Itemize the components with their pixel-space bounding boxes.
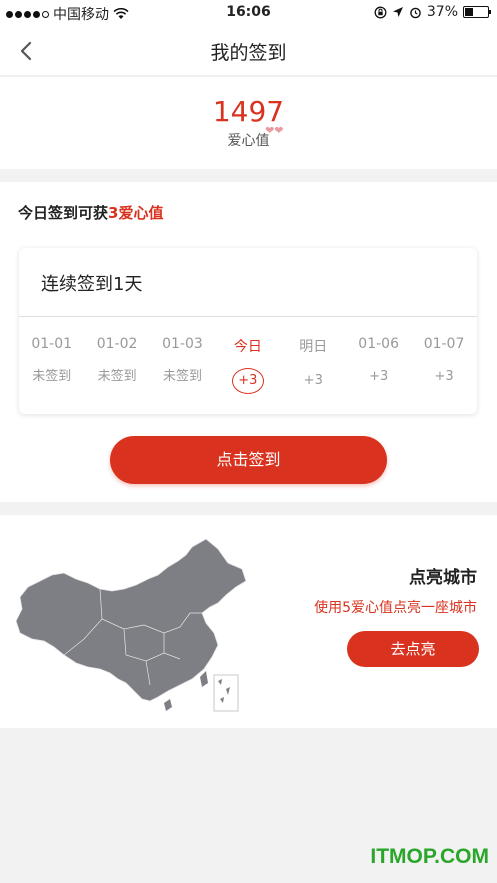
status-right: 37% <box>374 4 491 20</box>
city-section: 点亮城市 使用5爱心值点亮一座城市 去点亮 <box>0 515 497 728</box>
status-bar: 中国移动 16:06 37% <box>0 0 497 26</box>
watermark: ITMOP.COM <box>370 845 489 868</box>
tip-highlight: 3爱心值 <box>108 204 164 222</box>
day-item: 01-02 未签到 <box>84 336 149 394</box>
alarm-icon <box>410 7 421 18</box>
divider <box>19 316 477 317</box>
signin-button[interactable]: 点击签到 <box>110 436 387 484</box>
day-date: 01-07 <box>423 336 465 352</box>
china-map-image <box>15 538 247 712</box>
day-date: 明日 <box>299 339 328 355</box>
day-date: 01-06 <box>358 336 399 352</box>
day-item-today: 今日 +3 <box>215 336 280 394</box>
rotation-lock-icon <box>374 6 387 18</box>
day-date: 今日 <box>233 339 262 355</box>
day-status: 未签到 <box>32 369 72 384</box>
city-subtitle: 使用5爱心值点亮一座城市 <box>314 600 477 616</box>
city-title: 点亮城市 <box>409 568 477 588</box>
score-panel: 1497 爱心值 ❤❤ <box>0 77 497 169</box>
nav-bar: 我的签到 <box>0 26 497 76</box>
day-date: 01-01 <box>31 336 73 352</box>
light-up-button[interactable]: 去点亮 <box>347 631 479 667</box>
today-reward-badge: +3 <box>231 368 264 394</box>
day-status: +3 <box>369 369 389 384</box>
day-status: +3 <box>303 373 323 388</box>
page-title: 我的签到 <box>210 42 287 64</box>
day-item: 01-06 +3 <box>346 336 411 394</box>
hearts-icon: ❤❤ <box>265 124 284 137</box>
day-item: 01-07 +3 <box>411 336 476 394</box>
battery-percent: 37% <box>426 4 458 20</box>
signin-card: 连续签到1天 01-01 未签到 01-02 未签到 01-03 未签到 今日 … <box>19 248 477 414</box>
day-item: 01-03 未签到 <box>150 336 215 394</box>
day-item: 明日 +3 <box>281 336 346 394</box>
day-date: 01-02 <box>96 336 138 352</box>
battery-icon <box>463 6 491 18</box>
day-list: 01-01 未签到 01-02 未签到 01-03 未签到 今日 +3 明日 +… <box>19 336 477 394</box>
signin-section: 今日签到可获3爱心值 连续签到1天 01-01 未签到 01-02 未签到 01… <box>0 182 497 502</box>
today-reward-tip: 今日签到可获3爱心值 <box>18 202 163 223</box>
day-date: 01-03 <box>162 336 203 352</box>
streak-text: 连续签到1天 <box>41 274 143 295</box>
location-icon <box>392 7 403 17</box>
day-item: 01-01 未签到 <box>19 336 84 394</box>
day-status: +3 <box>215 368 280 394</box>
day-status: +3 <box>434 369 454 384</box>
tip-prefix: 今日签到可获 <box>18 204 109 222</box>
score-label-text: 爱心值 <box>227 133 270 149</box>
score-label: 爱心值 ❤❤ <box>227 124 284 150</box>
day-status: 未签到 <box>97 369 137 384</box>
score-value: 1497 <box>212 95 285 128</box>
day-status: 未签到 <box>162 369 202 384</box>
